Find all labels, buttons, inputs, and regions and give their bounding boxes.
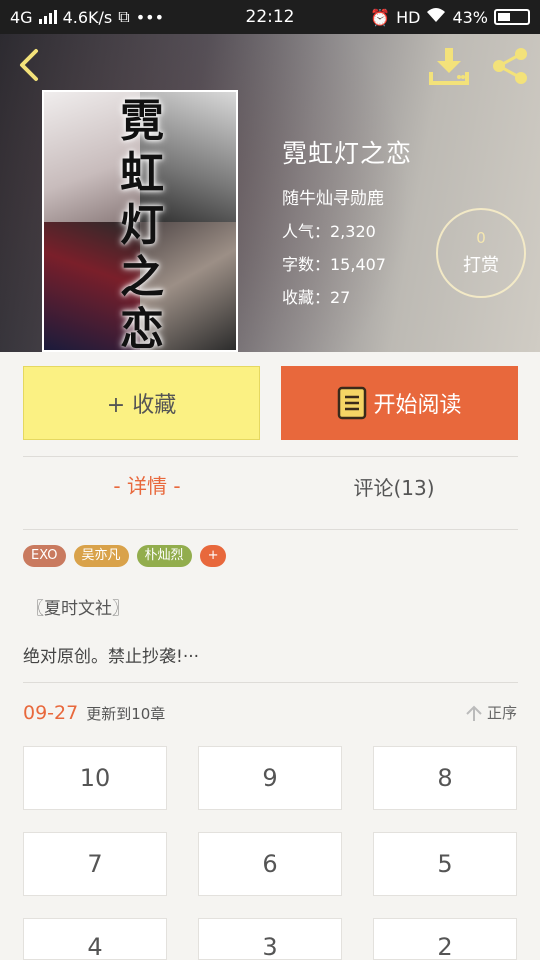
download-icon <box>429 48 469 85</box>
update-info: 09-27 更新到10章 <box>23 702 165 724</box>
status-bar: 4G 4.6K/s ⧉ ••• 22:12 ⏰ HD 43% <box>0 0 540 34</box>
arrow-up-icon <box>466 705 482 721</box>
tip-button[interactable]: 0 打赏 <box>436 208 526 298</box>
share-icon <box>493 48 527 84</box>
sort-toggle[interactable]: 正序 <box>465 702 517 723</box>
chapter-button[interactable]: 5 <box>373 832 517 896</box>
book-header: 霓虹灯之恋 霓虹灯之恋 随牛灿寻勋鹿 人气：2,320 字数：15,407 收藏… <box>0 34 540 352</box>
cover-title: 霓虹灯之恋 <box>120 96 164 352</box>
tip-count: 0 <box>476 229 486 247</box>
favorite-button[interactable]: + 收藏 <box>23 366 260 440</box>
divider <box>23 456 518 457</box>
tag-exo[interactable]: EXO <box>23 545 66 567</box>
chevron-left-icon <box>20 49 38 81</box>
add-tag-button[interactable]: + <box>199 545 227 567</box>
tip-label: 打赏 <box>463 255 499 276</box>
book-info: 霓虹灯之恋 随牛灿寻勋鹿 人气：2,320 字数：15,407 收藏：27 <box>282 134 412 308</box>
description-line1: 〖夏时文社〗 <box>27 599 129 619</box>
screenshot-icon: ⧉ <box>118 7 130 26</box>
chapter-button[interactable]: 10 <box>23 746 167 810</box>
chapter-button[interactable]: 4 <box>23 918 167 960</box>
tab-comments[interactable]: 评论(13) <box>270 472 518 501</box>
tag-wu-yifan[interactable]: 吴亦凡 <box>73 545 129 567</box>
chapter-button[interactable]: 9 <box>198 746 342 810</box>
update-text: 更新到10章 <box>86 705 166 723</box>
battery-icon <box>494 9 530 25</box>
divider <box>23 682 518 683</box>
network-type: 4G <box>10 7 33 27</box>
chapter-button[interactable]: 6 <box>198 832 342 896</box>
book-author[interactable]: 随牛灿寻勋鹿 <box>282 184 412 209</box>
book-favorites: 收藏：27 <box>282 288 351 307</box>
tab-detail[interactable]: - 详情 - <box>23 470 271 499</box>
sort-label: 正序 <box>486 704 517 722</box>
back-button[interactable] <box>12 48 46 82</box>
chapter-button[interactable]: 8 <box>373 746 517 810</box>
wifi-icon <box>426 7 446 27</box>
book-cover[interactable]: 霓虹灯之恋 <box>42 90 238 352</box>
share-button[interactable] <box>490 46 530 86</box>
battery-percent: 43% <box>452 7 488 27</box>
chapter-button[interactable]: 2 <box>373 918 517 960</box>
book-title: 霓虹灯之恋 <box>282 139 413 168</box>
chapter-button[interactable]: 3 <box>198 918 342 960</box>
alarm-icon: ⏰ <box>370 7 391 27</box>
divider <box>23 529 518 530</box>
start-reading-label: 开始阅读 <box>373 393 462 418</box>
signal-icon <box>38 10 57 24</box>
more-dots-icon: ••• <box>135 7 164 27</box>
tag-list: EXO 吴亦凡 朴灿烈 + <box>23 545 227 567</box>
book-icon <box>338 386 367 420</box>
description-line2[interactable]: 绝对原创。禁止抄袭!··· <box>23 642 199 667</box>
book-popularity: 人气：2,320 <box>282 222 376 241</box>
book-word-count: 字数：15,407 <box>282 255 386 274</box>
start-reading-button[interactable]: 开始阅读 <box>281 366 518 440</box>
network-speed: 4.6K/s <box>62 7 113 27</box>
download-button[interactable] <box>428 46 470 86</box>
update-date: 09-27 <box>23 702 79 724</box>
hd-indicator: HD <box>396 7 421 27</box>
chapter-button[interactable]: 7 <box>23 832 167 896</box>
tag-park-chanyeol[interactable]: 朴灿烈 <box>136 545 192 567</box>
